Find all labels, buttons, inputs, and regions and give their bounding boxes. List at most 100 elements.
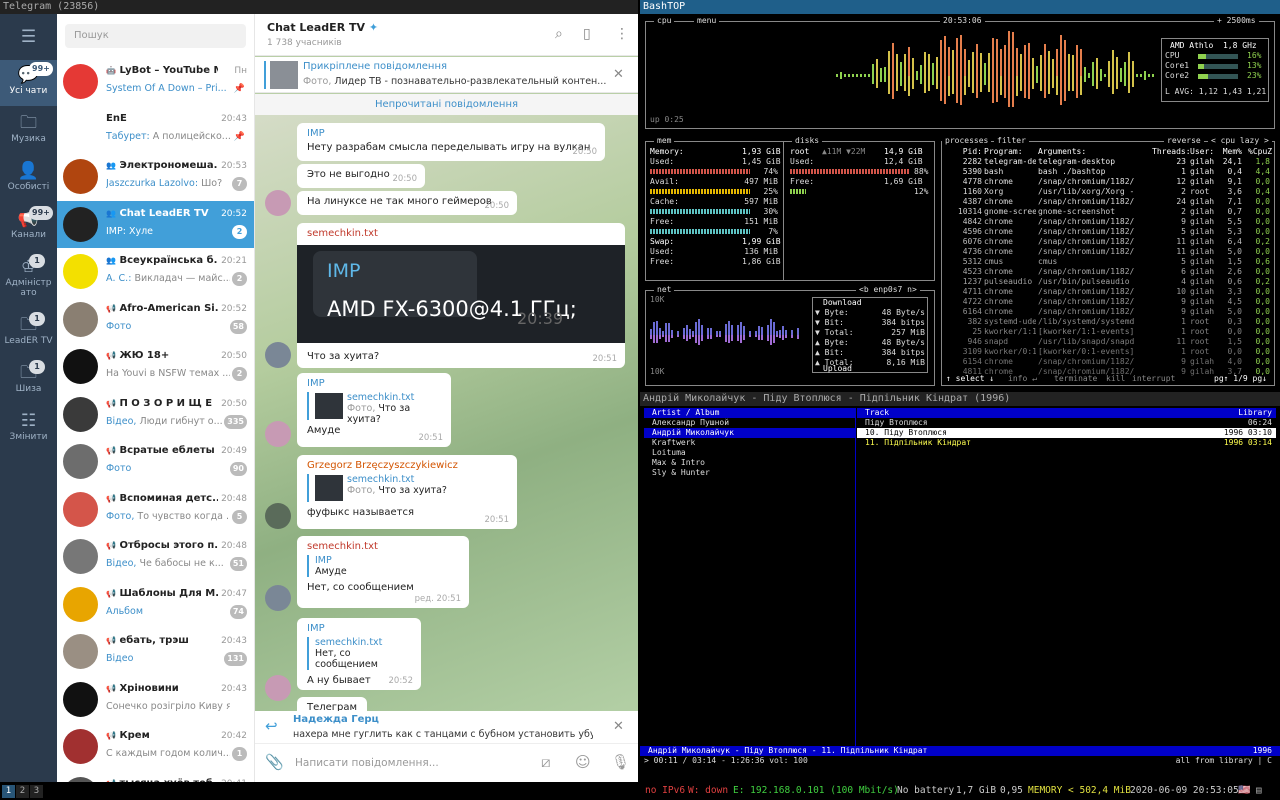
reply-quote[interactable]: semechkin.txt Фото, Что за хуита? xyxy=(307,392,441,425)
avatar[interactable] xyxy=(265,421,291,447)
avatar[interactable] xyxy=(265,190,291,216)
attach-icon[interactable]: 📎 xyxy=(265,753,284,771)
chat-item[interactable]: 📢 Хріновини 20:43 Сонечко розігріло Киву … xyxy=(57,676,254,723)
chat-item[interactable]: EnE 20:43 Табурет: А полицейско... 📌 xyxy=(57,106,254,153)
chat-time: 20:52 xyxy=(221,303,247,314)
chat-item[interactable]: 👥 Электрономеша... 20:53 Jaszczurka Lazolv… xyxy=(57,153,254,200)
chat-item[interactable]: 🤖 LyBot – YouTube M... Пн System Of A Down… xyxy=(57,58,254,105)
message[interactable]: Телеграм xyxy=(297,697,367,711)
folder-channels[interactable]: 📢 Канали 99+ xyxy=(0,204,57,250)
chat-item[interactable]: 📢 ебать, трэш 20:43 Відео 131 xyxy=(57,628,254,675)
process-column-header[interactable]: Pid: xyxy=(946,147,982,157)
avatar[interactable] xyxy=(265,675,291,701)
process-column-header[interactable]: Program: xyxy=(984,147,1023,157)
process-column-header[interactable]: User: xyxy=(1190,147,1214,157)
workspace-3[interactable]: 3 xyxy=(30,785,43,798)
artist-item[interactable]: Sly & Hunter xyxy=(644,468,856,478)
avatar[interactable] xyxy=(265,342,291,368)
pinned-preview: Фото, Лидер ТВ - познавательно-развлекат… xyxy=(303,76,607,87)
terminate-button[interactable]: terminate xyxy=(1054,374,1097,384)
pinned-message[interactable]: Прикріплене повідомлення Фото, Лидер ТВ … xyxy=(255,57,638,93)
message[interactable]: semechkin.txt IMP AMD FX-6300@4.1 ГГц; 2… xyxy=(297,223,625,368)
artist-item[interactable]: Андрій Миколайчук xyxy=(644,428,856,438)
chat-item[interactable]: 📢 Всратые еблеты ...20:49 Фото 90 xyxy=(57,438,254,485)
folder-edit[interactable]: ☷ Змінити xyxy=(0,406,57,452)
chat-item[interactable]: 👥 Всеукраїнська б... 20:21 А. С.: Викладач… xyxy=(57,248,254,295)
track-item[interactable]: 10. Піду Втоплюся 1996 03:10 xyxy=(857,428,1276,438)
message[interactable]: IMP semechkin.txt Фото, Что за хуита? Ам… xyxy=(297,373,451,447)
menu-label[interactable]: menu xyxy=(694,16,720,26)
folder-all-chats[interactable]: 💬 Усі чати 99+ xyxy=(0,60,57,106)
artist-item[interactable]: Александр Пушной xyxy=(644,418,856,428)
reply-quote[interactable]: semechkin.txt Нет, со сообщением xyxy=(307,637,411,670)
workspace-2[interactable]: 2 xyxy=(16,785,29,798)
workspace-1[interactable]: 1 xyxy=(2,785,15,798)
chat-item[interactable]: 📢 Шаблоны Для М... 20:47 Альбом 74 xyxy=(57,581,254,628)
chat-item[interactable]: 📢 Крем 20:42 С каждым годом колич... 1 xyxy=(57,723,254,770)
chat-preview: Табурет: А полицейско... xyxy=(106,130,230,142)
message-input[interactable]: Написати повідомлення... xyxy=(295,757,439,769)
chat-header[interactable]: Chat LeadER TV ✦ 1 738 учасників ⌕ ▯ ⋮ xyxy=(255,14,638,56)
sort-selector[interactable]: < cpu lazy > xyxy=(1208,136,1272,146)
more-icon[interactable]: ⋮ xyxy=(615,26,629,42)
reply-quote[interactable]: IMP Амуде xyxy=(307,555,459,577)
artist-item[interactable]: Loituma xyxy=(644,448,856,458)
us-flag-icon[interactable]: 🇺🇸 xyxy=(1238,782,1250,800)
sidebar-toggle-icon[interactable]: ▯ xyxy=(583,26,591,42)
reverse-button[interactable]: reverse xyxy=(1164,136,1204,146)
cpu-graph xyxy=(836,31,1154,107)
folder-music[interactable]: 🗀 Музика xyxy=(0,108,57,154)
process-cell: 3,3 xyxy=(1227,287,1242,296)
commands-icon[interactable]: ⧄ xyxy=(541,753,551,771)
process-cell: 4778 xyxy=(962,177,982,186)
avatar[interactable] xyxy=(265,503,291,529)
search-input[interactable]: Пошук xyxy=(65,24,246,48)
page-indicator: pg↑ 1/9 pg↓ xyxy=(1214,374,1267,383)
folder-leader-tv[interactable]: 🗀 LeadER TV 1 xyxy=(0,310,57,356)
folder-admin[interactable]: ♔ Адміністр ато 1 xyxy=(0,252,57,306)
interrupt-button[interactable]: interrupt xyxy=(1132,374,1175,384)
photo[interactable]: IMP AMD FX-6300@4.1 ГГц; 20:39 xyxy=(297,245,625,343)
microphone-icon[interactable]: 🎙 xyxy=(611,753,630,771)
message[interactable]: IMP Нету разрабам смысла переделывать иг… xyxy=(297,123,605,161)
chat-item[interactable]: 📢 Отбросы этого п... 20:48 Відео, Че бабос… xyxy=(57,533,254,580)
memory-status: MEMORY < 502,4 MiB xyxy=(1028,785,1131,796)
message[interactable]: Grzegorz Brzęczyszczykiewicz semechkin.t… xyxy=(297,455,517,529)
net-interface[interactable]: <b enp0s7 n> xyxy=(856,285,920,295)
chat-item[interactable]: 📢 тысяча хуёв теб...20:41 xyxy=(57,771,254,782)
close-icon[interactable]: ✕ xyxy=(613,719,624,734)
kill-button[interactable]: kill xyxy=(1106,374,1125,384)
chat-item[interactable]: 📢 П О З О Р И Щ Е 20:50 Відео, Люди гибнут… xyxy=(57,391,254,438)
artist-item[interactable]: Kraftwerk xyxy=(644,438,856,448)
process-column-header[interactable]: Mem% xyxy=(1222,147,1242,157)
chat-item[interactable]: 👥 Chat LeadER TV 20:52 IMP: Хуле 2 xyxy=(57,200,254,248)
process-cell: bash ./bashtop xyxy=(1038,167,1106,176)
tray-icon[interactable]: ▤ xyxy=(1256,782,1262,800)
message[interactable]: Это не выгодно 20:50 xyxy=(297,164,425,188)
folder-shiza[interactable]: 🗀 Шиза 1 xyxy=(0,358,57,404)
folder-personal[interactable]: 👤 Особисті xyxy=(0,156,57,202)
close-icon[interactable]: ✕ xyxy=(613,67,624,82)
process-column-header[interactable]: Threads: xyxy=(1152,147,1191,157)
avatar[interactable] xyxy=(265,585,291,611)
track-item[interactable]: 11. Підпільник Кіндрат 1996 03:14 xyxy=(857,438,1276,448)
interval[interactable]: + 2500ms xyxy=(1214,16,1259,26)
emoji-icon[interactable]: ☺ xyxy=(575,753,591,771)
chat-item[interactable]: 📢 Вспоминая детс... 20:48 Фото, То чувство… xyxy=(57,486,254,533)
artist-item[interactable]: Max & Intro xyxy=(644,458,856,468)
reply-bar[interactable]: ↩ Надежда Герц нахера мне гуглить как с … xyxy=(255,711,638,744)
chat-item[interactable]: 📢 ЖЮ 18+ 20:50 На Youvi в NSFW темах ... 2 xyxy=(57,343,254,390)
search-icon[interactable]: ⌕ xyxy=(555,26,563,42)
track-item[interactable]: Піду Втоплюся 06:24 xyxy=(857,418,1276,428)
menu-button[interactable]: ☰ xyxy=(0,14,57,60)
message[interactable]: semechkin.txt IMP Амуде Нет, со сообщени… xyxy=(297,536,469,608)
chat-item[interactable]: 📢 Afro-American Si... 20:52 Фото 58 xyxy=(57,296,254,343)
avatar xyxy=(63,634,98,669)
process-column-header[interactable]: Arguments: xyxy=(1038,147,1086,157)
message[interactable]: IMP semechkin.txt Нет, со сообщением А н… xyxy=(297,618,421,690)
process-column-header[interactable]: %CpuZ xyxy=(1248,147,1272,157)
reply-quote[interactable]: semechkin.txt Фото, Что за хуита? xyxy=(307,474,507,502)
filter-button[interactable]: filter xyxy=(994,136,1029,146)
message[interactable]: На линуксе не так много геймеров 20:50 xyxy=(297,191,517,215)
info-button[interactable]: info ↵ xyxy=(1008,374,1037,384)
